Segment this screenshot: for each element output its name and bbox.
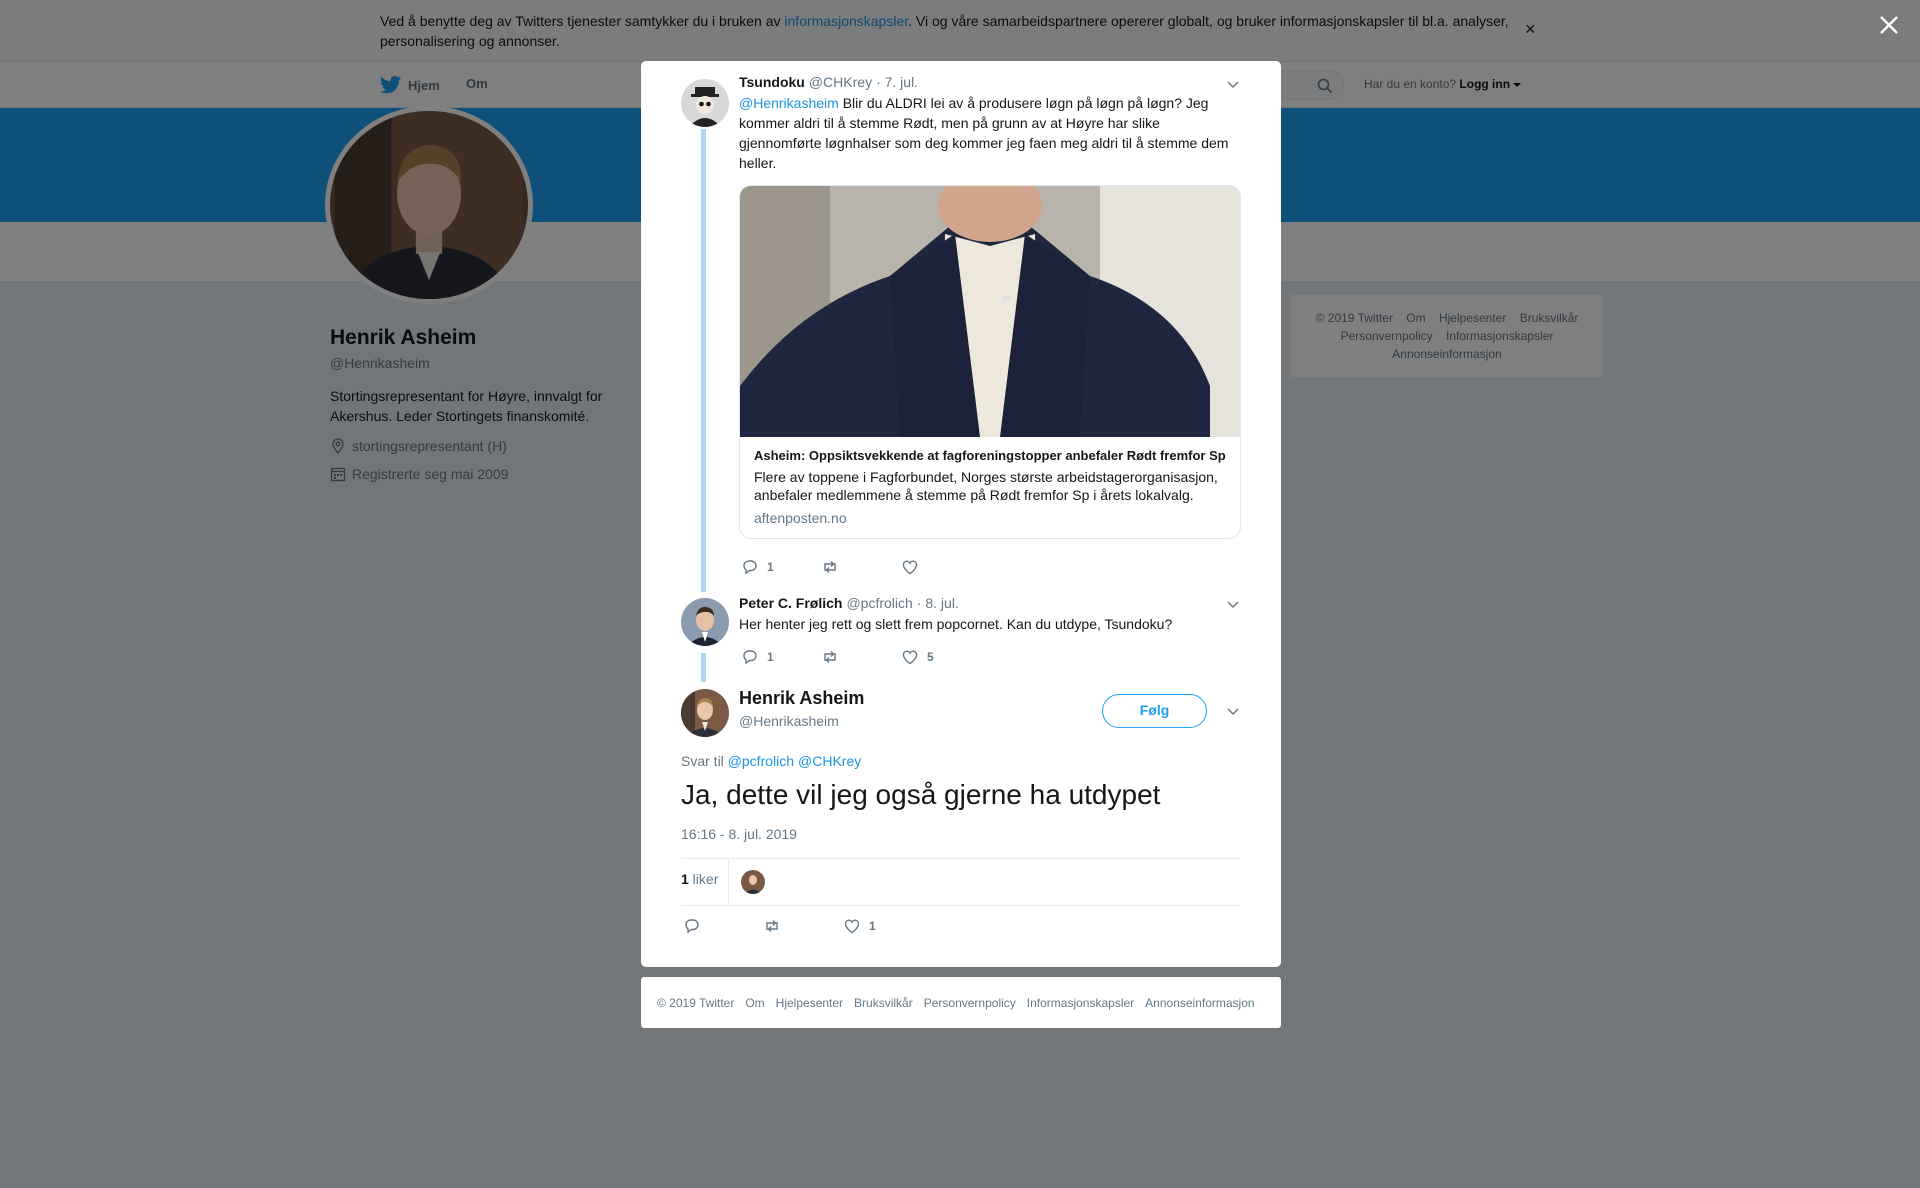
card-image — [740, 186, 1240, 437]
tweet2-date[interactable]: · 8. jul. — [917, 595, 959, 611]
main-tweet-text: Ja, dette vil jeg også gjerne ha utdypet — [681, 779, 1161, 810]
main-tweet-avatar-image — [681, 689, 729, 737]
modal-footer: © 2019 Twitter Om Hjelpesenter Bruksvilk… — [641, 977, 1281, 1028]
reply-icon — [685, 919, 699, 934]
reply-icon — [743, 650, 757, 665]
like-count: 5 — [927, 650, 934, 664]
likes-stat-label: liker — [688, 871, 719, 887]
tweet1-avatar[interactable] — [681, 79, 729, 127]
tweet2-name[interactable]: Peter C. Frølich — [739, 595, 842, 611]
chevron-down-icon[interactable] — [1226, 706, 1240, 716]
modal-footer-about[interactable]: Om — [745, 996, 764, 1010]
modal-footer-help[interactable]: Hjelpesenter — [776, 996, 843, 1010]
tweet1-mention[interactable]: @Henrikasheim — [739, 95, 839, 111]
tweet1-date[interactable]: · 7. jul. — [876, 74, 918, 90]
tweet1-text: @Henrikasheim Blir du ALDRI lei av å pro… — [739, 93, 1239, 173]
tweet1-avatar-image — [681, 79, 729, 127]
divider — [681, 905, 1241, 906]
card-title: Asheim: Oppsiktsvekkende at fagforenings… — [754, 448, 1226, 463]
retweet-button[interactable] — [821, 648, 901, 666]
stat-separator — [728, 859, 729, 905]
tweet2-header: Peter C. Frølich @pcfrolich · 8. jul. — [739, 595, 959, 611]
close-icon[interactable] — [1874, 10, 1904, 40]
reply-count: 1 — [767, 560, 774, 574]
main-tweet-avatar[interactable] — [681, 689, 729, 737]
modal-footer-privacy[interactable]: Personvernpolicy — [924, 996, 1016, 1010]
retweet-icon — [766, 920, 778, 932]
retweet-button[interactable] — [821, 558, 901, 576]
retweet-icon — [824, 651, 836, 663]
tweet2-actions: 1 5 — [741, 648, 981, 666]
reply-to-line: Svar til @pcfrolich @CHKrey — [681, 753, 865, 769]
reply-to-handle-1[interactable]: @pcfrolich — [728, 753, 794, 769]
tweet1-actions: 1 — [741, 558, 981, 576]
like-count: 1 — [869, 919, 876, 933]
tweet2-avatar[interactable] — [681, 598, 729, 646]
thread-connector — [701, 653, 706, 682]
heart-icon — [844, 919, 860, 934]
chevron-down-icon[interactable] — [1226, 79, 1240, 89]
like-button[interactable]: 1 — [843, 917, 923, 935]
likes-stat-count: 1 — [681, 871, 689, 887]
tweet1-name[interactable]: Tsundoku — [739, 74, 805, 90]
heart-icon — [902, 650, 918, 665]
tweet2-handle[interactable]: @pcfrolich — [846, 595, 912, 611]
main-tweet-timestamp[interactable]: 16:16 - 8. jul. 2019 — [681, 826, 797, 842]
heart-icon — [902, 560, 918, 575]
modal-footer-cookies[interactable]: Informasjonskapsler — [1027, 996, 1134, 1010]
liker-avatar[interactable] — [741, 870, 765, 894]
liker-avatar-image — [741, 870, 765, 894]
modal-footer-ads[interactable]: Annonseinformasjon — [1145, 996, 1254, 1010]
main-tweet-actions: 1 — [683, 917, 923, 935]
tweet2-avatar-image — [681, 598, 729, 646]
like-button[interactable] — [901, 558, 981, 576]
reply-icon — [743, 560, 757, 575]
retweet-button[interactable] — [763, 917, 843, 935]
like-button[interactable]: 5 — [901, 648, 981, 666]
tweet2-text: Her henter jeg rett og slett frem popcor… — [739, 616, 1173, 632]
tweet1-header: Tsundoku @CHKrey · 7. jul. — [739, 74, 918, 90]
retweet-icon — [824, 561, 836, 573]
thread-connector — [701, 129, 706, 592]
reply-button[interactable]: 1 — [741, 558, 821, 576]
main-tweet-handle[interactable]: @Henrikasheim — [739, 713, 839, 729]
reply-count: 1 — [767, 650, 774, 664]
modal-footer-copyright: © 2019 Twitter — [657, 995, 735, 1010]
reply-to-handle-2[interactable]: @CHKrey — [798, 753, 861, 769]
divider — [681, 858, 1241, 859]
likes-stat[interactable]: 1 liker — [681, 871, 718, 887]
link-card[interactable]: Asheim: Oppsiktsvekkende at fagforenings… — [739, 185, 1241, 539]
follow-button[interactable]: Følg — [1102, 694, 1207, 728]
modal-footer-terms[interactable]: Bruksvilkår — [854, 996, 913, 1010]
main-tweet-name[interactable]: Henrik Asheim — [739, 688, 864, 709]
chevron-down-icon[interactable] — [1226, 599, 1240, 609]
card-domain: aftenposten.no — [754, 510, 847, 526]
tweet1-handle[interactable]: @CHKrey — [809, 74, 872, 90]
card-description: Flere av toppene i Fagforbundet, Norges … — [754, 469, 1218, 503]
reply-button[interactable]: 1 — [741, 648, 821, 666]
reply-button[interactable] — [683, 917, 763, 935]
reply-to-prefix: Svar til — [681, 753, 728, 769]
